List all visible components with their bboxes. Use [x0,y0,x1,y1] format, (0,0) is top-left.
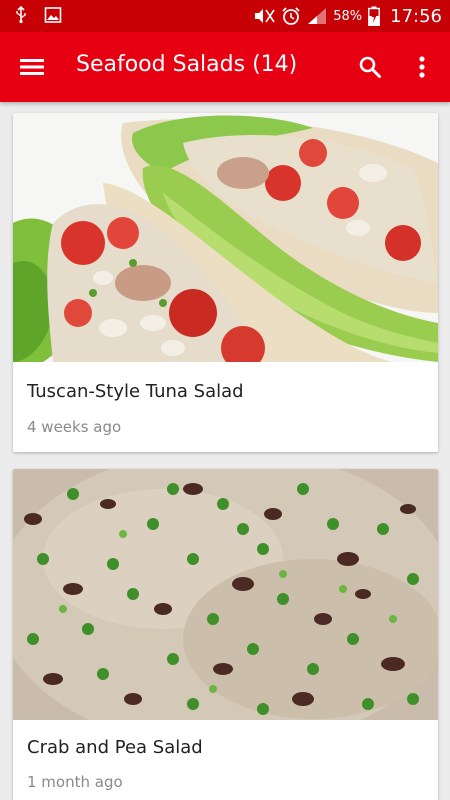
recipe-card[interactable]: Crab and Pea Salad 1 month ago [13,469,438,800]
recipe-date: 1 month ago [27,773,123,791]
search-icon [359,56,381,78]
recipe-title: Crab and Pea Salad [27,737,203,758]
status-bar: 58% 17:56 [0,0,450,32]
recipe-date: 4 weeks ago [27,418,122,436]
battery-charging-icon [368,6,381,26]
recipe-card[interactable]: Tuscan-Style Tuna Salad 4 weeks ago [13,113,438,452]
hamburger-menu-icon [20,59,44,75]
recipe-title: Tuscan-Style Tuna Salad [27,381,244,402]
battery-percent: 58% [333,8,363,24]
page-title: Seafood Salads (14) [76,52,298,77]
usb-icon [16,6,26,24]
status-time: 17:56 [390,5,442,27]
app-bar: Seafood Salads (14) [0,32,450,102]
more-options-button[interactable] [404,49,440,85]
more-vert-icon [419,56,425,78]
recipe-photo [13,113,438,362]
signal-icon [308,8,327,24]
menu-button[interactable] [14,49,50,85]
search-button[interactable] [352,49,388,85]
recipe-photo [13,469,438,720]
alarm-icon [282,7,300,25]
image-icon [44,7,62,23]
mute-icon [255,9,275,23]
